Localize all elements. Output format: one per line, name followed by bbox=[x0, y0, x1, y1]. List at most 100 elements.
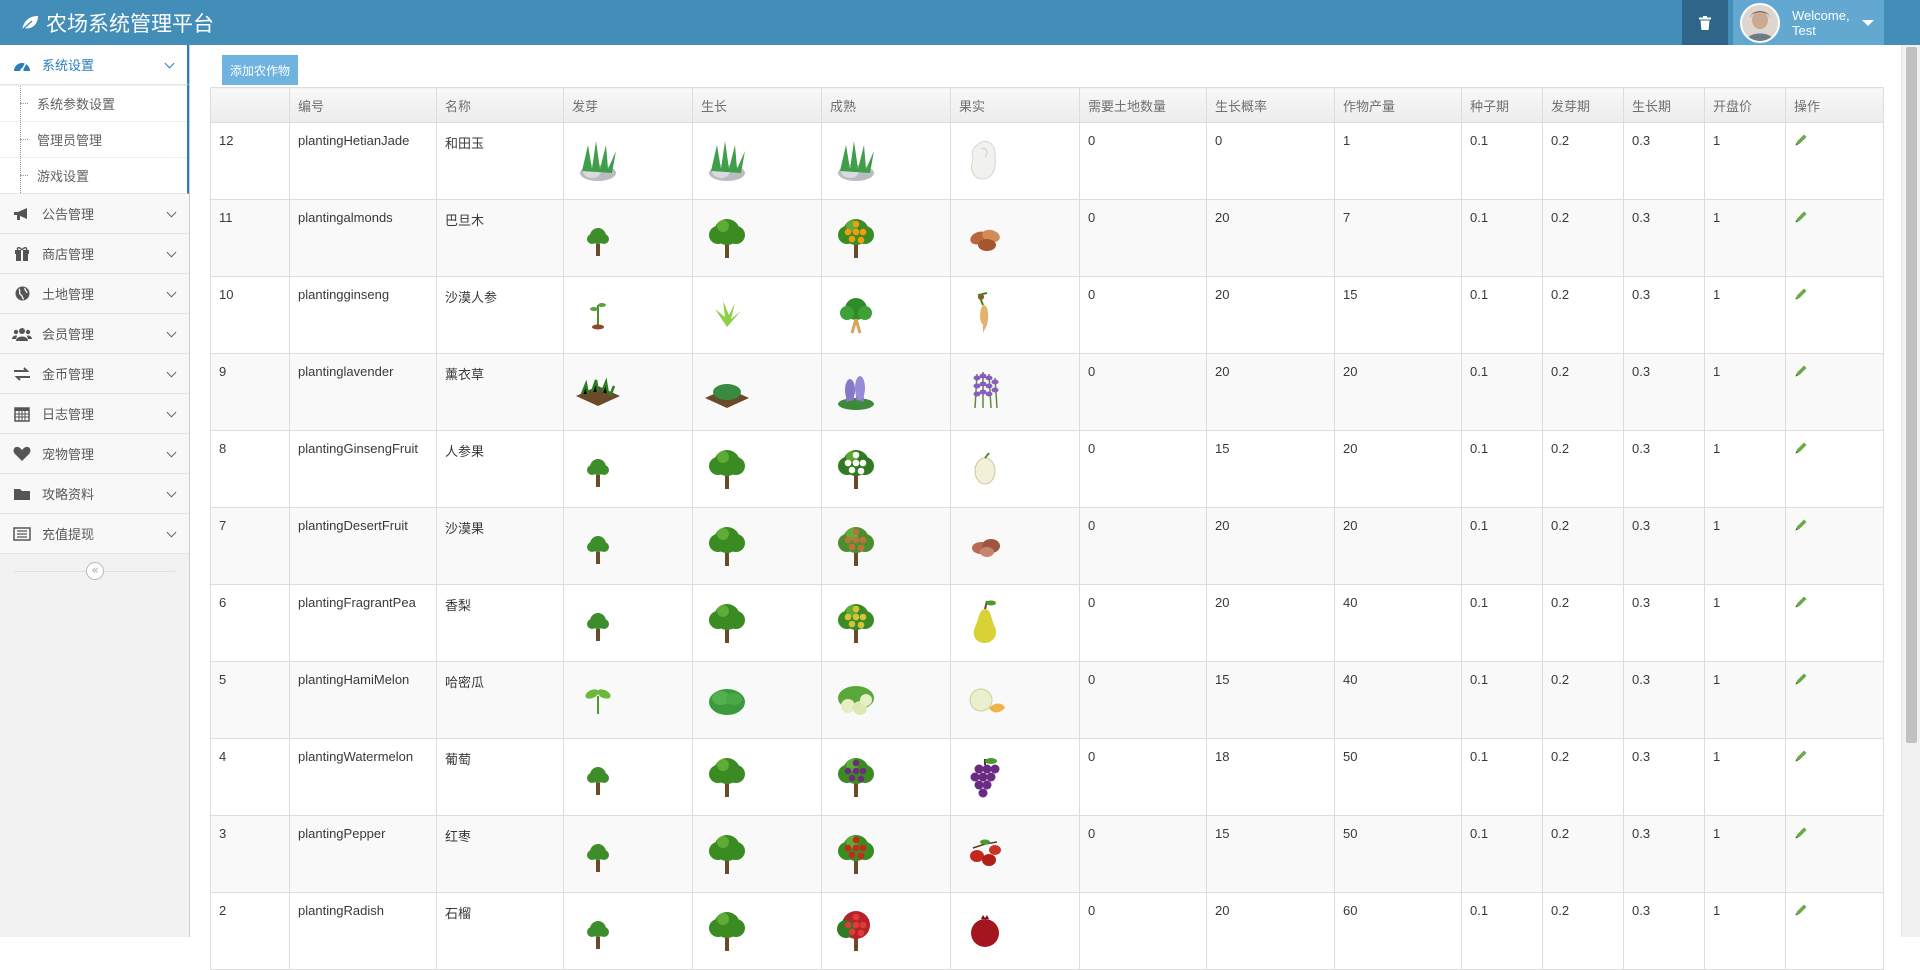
edit-icon[interactable] bbox=[1794, 596, 1808, 612]
column-header[interactable]: 需要土地数量 bbox=[1079, 87, 1207, 123]
scrollbar[interactable] bbox=[1901, 45, 1920, 937]
cell-sprout-image bbox=[563, 584, 693, 662]
cell-germ: 0.2 bbox=[1542, 276, 1624, 354]
crop-table: 编号 名称 发芽 生长 成熟 果实 需要土地数量 生长概率 作物产量 种子期 发… bbox=[210, 87, 1884, 970]
crop-image bbox=[959, 364, 1071, 416]
sidebar-item-recharge[interactable]: 充值提现 bbox=[0, 514, 189, 554]
sidebar-item-system-settings[interactable]: 系统设置 bbox=[0, 45, 189, 85]
exchange-icon bbox=[12, 365, 32, 383]
edit-icon[interactable] bbox=[1794, 827, 1808, 843]
table-row[interactable]: 3 plantingPepper 红枣 0 15 50 0.1 0.2 0.3 1 bbox=[210, 815, 1884, 893]
cell-germ: 0.2 bbox=[1542, 661, 1624, 739]
column-header[interactable]: 生长概率 bbox=[1206, 87, 1335, 123]
edit-icon[interactable] bbox=[1794, 442, 1808, 458]
submenu-item-admin[interactable]: 管理员管理 bbox=[0, 121, 187, 157]
column-header[interactable]: 果实 bbox=[950, 87, 1080, 123]
cell-actions bbox=[1785, 430, 1884, 508]
sidebar-item-announcements[interactable]: 公告管理 bbox=[0, 194, 189, 234]
table-row[interactable]: 10 plantingginseng 沙漠人参 0 20 15 0.1 0.2 0.3 1 bbox=[210, 276, 1884, 354]
crop-image bbox=[959, 826, 1071, 878]
cell-actions bbox=[1785, 122, 1884, 200]
edit-icon[interactable] bbox=[1794, 134, 1808, 150]
table-row[interactable]: 6 plantingFragrantPea 香梨 0 20 40 0.1 0.2 0.3 1 bbox=[210, 584, 1884, 662]
brand[interactable]: 农场系统管理平台 bbox=[20, 0, 214, 45]
app-title: 农场系统管理平台 bbox=[46, 11, 214, 36]
list-icon bbox=[12, 525, 32, 543]
edit-icon[interactable] bbox=[1794, 750, 1808, 766]
cell-mature-image bbox=[821, 815, 951, 893]
cell-name: 葡萄 bbox=[436, 738, 564, 816]
sidebar-item-land[interactable]: 土地管理 bbox=[0, 274, 189, 314]
cell-code: plantingRadish bbox=[289, 892, 437, 970]
edit-icon[interactable] bbox=[1794, 904, 1808, 920]
top-navbar: 农场系统管理平台 Welcome, Test bbox=[0, 0, 1920, 45]
add-crop-button[interactable]: 添加农作物 bbox=[222, 55, 298, 85]
cell-seed: 0.1 bbox=[1461, 353, 1543, 431]
column-header[interactable]: 生长期 bbox=[1623, 87, 1705, 123]
cell-rate: 15 bbox=[1206, 815, 1335, 893]
cell-seed: 0.1 bbox=[1461, 661, 1543, 739]
sidebar-item-label: 会员管理 bbox=[42, 327, 95, 342]
crop-image bbox=[830, 210, 942, 262]
column-header[interactable]: 编号 bbox=[289, 87, 437, 123]
column-header[interactable]: 生长 bbox=[692, 87, 822, 123]
collapse-sidebar-icon[interactable]: « bbox=[86, 562, 104, 580]
table-row[interactable]: 11 plantingalmonds 巴旦木 0 20 7 0.1 0.2 0.3 1 bbox=[210, 199, 1884, 277]
cell-fruit-image bbox=[950, 738, 1080, 816]
cell-yield: 1 bbox=[1334, 122, 1462, 200]
cell-sprout-image bbox=[563, 738, 693, 816]
edit-icon[interactable] bbox=[1794, 673, 1808, 689]
sidebar-item-shop[interactable]: 商店管理 bbox=[0, 234, 189, 274]
column-header[interactable]: 开盘价 bbox=[1704, 87, 1786, 123]
crop-image bbox=[572, 287, 684, 339]
scrollbar-thumb[interactable] bbox=[1906, 47, 1917, 743]
cell-seed: 0.1 bbox=[1461, 122, 1543, 200]
sidebar-item-coins[interactable]: 金币管理 bbox=[0, 354, 189, 394]
submenu-item-game-settings[interactable]: 游戏设置 bbox=[0, 157, 187, 193]
table-row[interactable]: 7 plantingDesertFruit 沙漠果 0 20 20 0.1 0.2 0.3 1 bbox=[210, 507, 1884, 585]
user-menu[interactable]: Welcome, Test bbox=[1733, 0, 1884, 45]
column-header[interactable]: 种子期 bbox=[1461, 87, 1543, 123]
sidebar-item-label: 充值提现 bbox=[42, 527, 95, 542]
cell-germ: 0.2 bbox=[1542, 122, 1624, 200]
crop-image bbox=[959, 287, 1071, 339]
cell-growth: 0.3 bbox=[1623, 430, 1705, 508]
cell-land: 0 bbox=[1079, 122, 1207, 200]
column-header[interactable]: 成熟 bbox=[821, 87, 951, 123]
cell-land: 0 bbox=[1079, 661, 1207, 739]
table-row[interactable]: 8 plantingGinsengFruit 人参果 0 15 20 0.1 0.2 0.3 1 bbox=[210, 430, 1884, 508]
column-header[interactable]: 发芽期 bbox=[1542, 87, 1624, 123]
cell-id: 3 bbox=[210, 815, 290, 893]
cell-growth: 0.3 bbox=[1623, 507, 1705, 585]
cell-fruit-image bbox=[950, 584, 1080, 662]
edit-icon[interactable] bbox=[1794, 519, 1808, 535]
submenu-item-system-params[interactable]: 系统参数设置 bbox=[0, 85, 187, 121]
cell-id: 8 bbox=[210, 430, 290, 508]
table-row[interactable]: 4 plantingWatermelon 葡萄 0 18 50 0.1 0.2 0.3 1 bbox=[210, 738, 1884, 816]
cell-yield: 20 bbox=[1334, 430, 1462, 508]
avatar bbox=[1740, 2, 1780, 43]
column-header[interactable]: 操作 bbox=[1785, 87, 1884, 123]
table-row[interactable]: 2 plantingRadish 石榴 0 20 60 0.1 0.2 0.3 1 bbox=[210, 892, 1884, 970]
edit-icon[interactable] bbox=[1794, 365, 1808, 381]
edit-icon[interactable] bbox=[1794, 288, 1808, 304]
sidebar-item-members[interactable]: 会员管理 bbox=[0, 314, 189, 354]
column-header[interactable]: 发芽 bbox=[563, 87, 693, 123]
sidebar-item-guides[interactable]: 攻略资料 bbox=[0, 474, 189, 514]
calendar-icon bbox=[12, 405, 32, 423]
table-row[interactable]: 5 plantingHamiMelon 哈密瓜 0 15 40 0.1 0.2 0.3 1 bbox=[210, 661, 1884, 739]
table-row[interactable]: 12 plantingHetianJade 和田玉 0 0 1 0.1 0.2 0.3 1 bbox=[210, 122, 1884, 200]
column-header[interactable]: 作物产量 bbox=[1334, 87, 1462, 123]
column-header[interactable] bbox=[210, 87, 290, 123]
column-header[interactable]: 名称 bbox=[436, 87, 564, 123]
cell-germ: 0.2 bbox=[1542, 199, 1624, 277]
edit-icon[interactable] bbox=[1794, 211, 1808, 227]
cell-price: 1 bbox=[1704, 353, 1786, 431]
trash-button[interactable] bbox=[1682, 0, 1728, 45]
cell-sprout-image bbox=[563, 507, 693, 585]
cell-code: plantingWatermelon bbox=[289, 738, 437, 816]
sidebar-item-pets[interactable]: 宠物管理 bbox=[0, 434, 189, 474]
table-row[interactable]: 9 plantinglavender 薰衣草 0 20 20 0.1 0.2 0.3 1 bbox=[210, 353, 1884, 431]
cell-price: 1 bbox=[1704, 738, 1786, 816]
sidebar-item-logs[interactable]: 日志管理 bbox=[0, 394, 189, 434]
